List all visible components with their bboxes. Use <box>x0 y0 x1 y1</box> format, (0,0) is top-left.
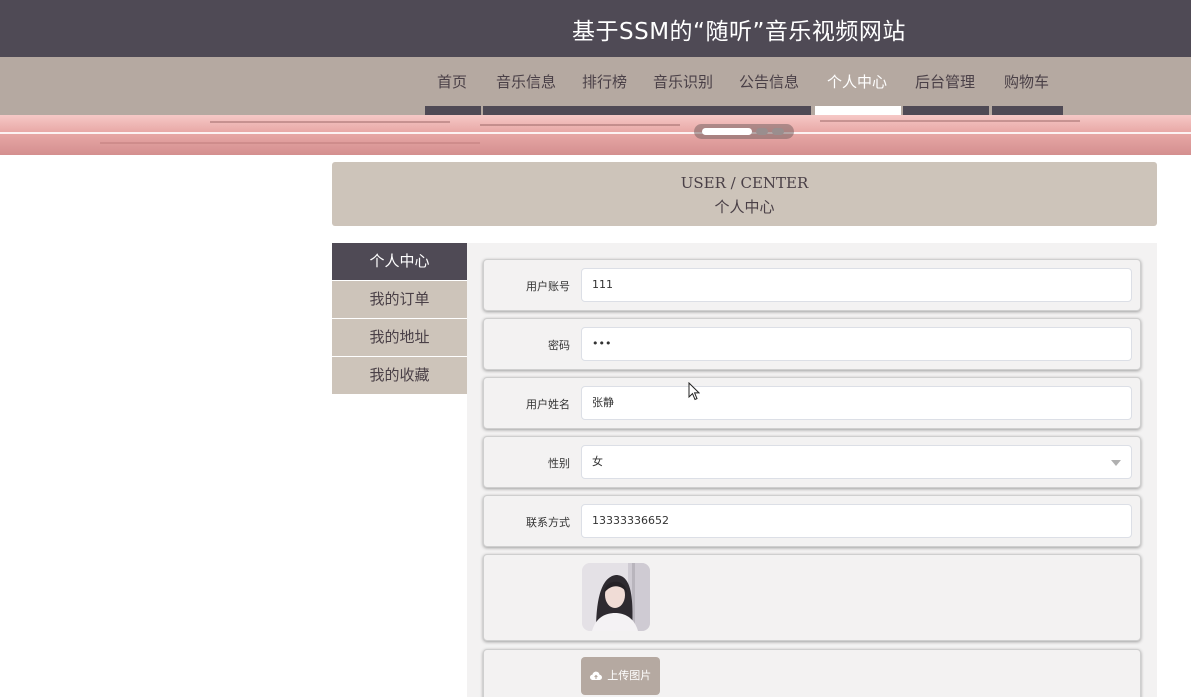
chevron-down-icon <box>1111 460 1121 466</box>
contact-label: 联系方式 <box>526 516 570 529</box>
name-input[interactable]: 张静 <box>581 386 1132 420</box>
banner-line <box>0 132 1191 134</box>
banner-streak <box>480 124 680 126</box>
sidebar-item-user-center[interactable]: 个人中心 <box>332 243 467 280</box>
avatar <box>582 563 650 631</box>
sidebar-item-my-address[interactable]: 我的地址 <box>332 319 467 356</box>
carousel-dot[interactable] <box>772 128 784 135</box>
nav-item-user-center[interactable]: 个人中心 <box>827 71 887 92</box>
banner-carousel <box>0 115 1191 155</box>
password-label: 密码 <box>548 339 570 352</box>
form-row-contact: 联系方式 13333336652 <box>483 495 1141 547</box>
carousel-dot-active[interactable] <box>702 128 752 135</box>
account-label: 用户账号 <box>526 280 570 293</box>
form-row-password: 密码 ••• <box>483 318 1141 370</box>
nav-underline <box>903 106 989 115</box>
form-row-avatar <box>483 554 1141 641</box>
banner-streak <box>820 120 1080 122</box>
page-header-en: USER / CENTER <box>680 174 809 192</box>
gender-select[interactable]: 女 <box>581 445 1132 479</box>
form-row-gender: 性别 女 <box>483 436 1141 488</box>
cloud-upload-icon <box>589 671 602 680</box>
nav-item-cart[interactable]: 购物车 <box>1004 71 1049 92</box>
sidebar-item-my-orders[interactable]: 我的订单 <box>332 281 467 318</box>
main-nav: 首页 音乐信息 排行榜 音乐识别 公告信息 个人中心 后台管理 购物车 <box>0 57 1191 115</box>
nav-item-ranking[interactable]: 排行榜 <box>582 71 627 92</box>
form-row-upload: 上传图片 <box>483 649 1141 697</box>
account-input[interactable]: 111 <box>581 268 1132 302</box>
page-header-cn: 个人中心 <box>714 198 775 216</box>
user-sidebar: 个人中心 我的订单 我的地址 我的收藏 <box>332 243 467 395</box>
gender-label: 性别 <box>548 457 570 470</box>
form-row-name: 用户姓名 张静 <box>483 377 1141 429</box>
top-header: 基于SSM的“随听”音乐视频网站 <box>0 0 1191 57</box>
password-input[interactable]: ••• <box>581 327 1132 361</box>
nav-item-music-info[interactable]: 音乐信息 <box>496 71 556 92</box>
page-header: USER / CENTER 个人中心 <box>332 162 1157 226</box>
form-row-account: 用户账号 111 <box>483 259 1141 311</box>
carousel-indicators <box>694 124 794 139</box>
nav-underline <box>425 106 481 115</box>
mouse-pointer-icon <box>688 382 700 401</box>
contact-input[interactable]: 13333336652 <box>581 504 1132 538</box>
banner-streak <box>100 142 480 144</box>
banner-streak <box>210 121 450 123</box>
nav-item-home[interactable]: 首页 <box>437 71 467 92</box>
nav-underline-active <box>815 106 901 115</box>
name-label: 用户姓名 <box>526 398 570 411</box>
nav-underline <box>483 106 811 115</box>
nav-item-music-recognition[interactable]: 音乐识别 <box>653 71 713 92</box>
carousel-dot[interactable] <box>756 128 768 135</box>
site-title: 基于SSM的“随听”音乐视频网站 <box>572 19 906 45</box>
upload-image-label: 上传图片 <box>607 669 652 682</box>
gender-select-value: 女 <box>592 455 603 468</box>
sidebar-item-my-favorites[interactable]: 我的收藏 <box>332 357 467 394</box>
nav-item-admin[interactable]: 后台管理 <box>915 71 975 92</box>
nav-item-announcements[interactable]: 公告信息 <box>739 71 799 92</box>
upload-image-button[interactable]: 上传图片 <box>581 657 660 695</box>
nav-underline <box>992 106 1063 115</box>
avatar-image <box>582 563 650 631</box>
